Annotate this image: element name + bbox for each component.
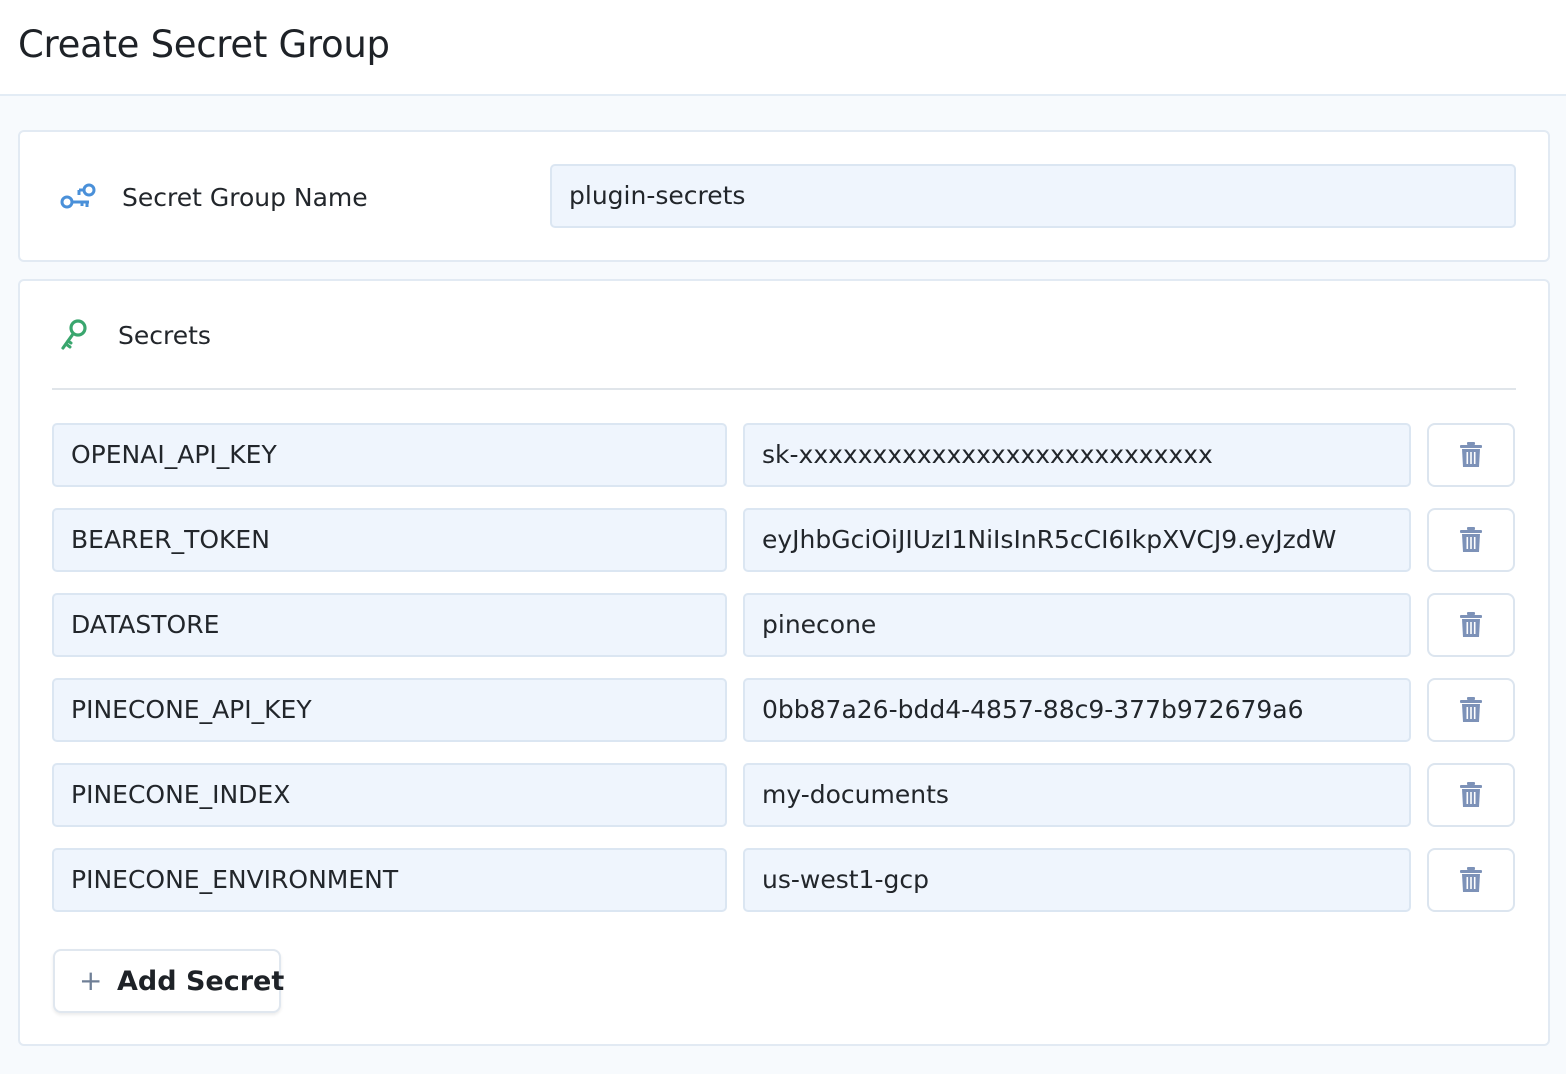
- trash-icon: [1460, 697, 1482, 722]
- secret-key-input[interactable]: PINECONE_ENVIRONMENT: [52, 848, 727, 912]
- secret-value-input[interactable]: eyJhbGciOiJIUzI1NiIsInR5cCI6IkpXVCJ9.eyJ…: [743, 508, 1411, 572]
- delete-secret-button[interactable]: [1427, 848, 1515, 912]
- page-title: Create Secret Group: [18, 23, 390, 66]
- secret-key-input[interactable]: DATASTORE: [52, 593, 727, 657]
- page-header: Create Secret Group: [0, 0, 1566, 96]
- keys-icon: [58, 177, 98, 217]
- delete-secret-button[interactable]: [1427, 763, 1515, 827]
- trash-icon: [1460, 782, 1482, 807]
- trash-icon: [1460, 527, 1482, 552]
- secrets-label: Secrets: [118, 320, 211, 350]
- secret-value-input[interactable]: 0bb87a26-bdd4-4857-88c9-377b972679a6: [743, 678, 1411, 742]
- secrets-divider: [52, 388, 1516, 390]
- add-secret-label: Add Secret: [117, 965, 285, 997]
- key-icon: [54, 315, 94, 355]
- secret-group-name-input[interactable]: plugin-secrets: [550, 164, 1516, 228]
- plus-icon: +: [79, 964, 103, 997]
- delete-secret-button[interactable]: [1427, 593, 1515, 657]
- secret-value-input[interactable]: pinecone: [743, 593, 1411, 657]
- secrets-header: Secrets: [54, 315, 211, 355]
- secret-value-input[interactable]: my-documents: [743, 763, 1411, 827]
- secret-group-name-label: Secret Group Name: [122, 182, 368, 212]
- secret-key-input[interactable]: PINECONE_API_KEY: [52, 678, 727, 742]
- secret-key-input[interactable]: OPENAI_API_KEY: [52, 423, 727, 487]
- secret-group-name-row: Secret Group Name: [58, 177, 368, 217]
- secrets-card: Secrets OPENAI_API_KEY sk-xxxxxxxxxxxxxx…: [18, 279, 1550, 1046]
- trash-icon: [1460, 612, 1482, 637]
- secret-value-input[interactable]: us-west1-gcp: [743, 848, 1411, 912]
- secret-key-input[interactable]: PINECONE_INDEX: [52, 763, 727, 827]
- trash-icon: [1460, 867, 1482, 892]
- delete-secret-button[interactable]: [1427, 508, 1515, 572]
- secret-group-name-card: Secret Group Name plugin-secrets: [18, 130, 1550, 262]
- secret-key-input[interactable]: BEARER_TOKEN: [52, 508, 727, 572]
- delete-secret-button[interactable]: [1427, 678, 1515, 742]
- secret-value-input[interactable]: sk-xxxxxxxxxxxxxxxxxxxxxxxxxxxx: [743, 423, 1411, 487]
- add-secret-button[interactable]: + Add Secret: [53, 949, 285, 1013]
- delete-secret-button[interactable]: [1427, 423, 1515, 487]
- trash-icon: [1460, 442, 1482, 467]
